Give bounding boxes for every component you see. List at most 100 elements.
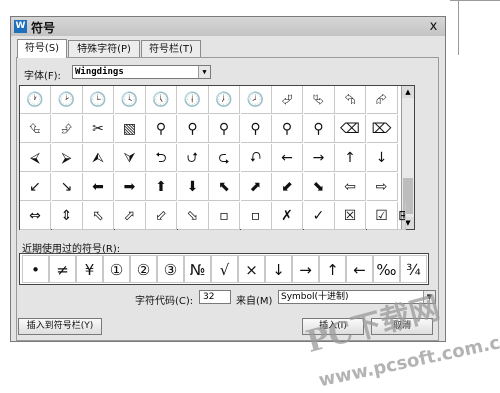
symbol-cell[interactable]: ⮛ bbox=[114, 144, 146, 172]
symbol-cell[interactable]: ✓ bbox=[303, 202, 335, 230]
symbol-cell[interactable]: ☒ bbox=[335, 202, 366, 230]
symbol-cell[interactable]: ⌦ bbox=[366, 115, 398, 143]
close-button[interactable]: x bbox=[426, 19, 441, 34]
symbol-cell[interactable]: ↓ bbox=[366, 144, 398, 172]
symbol-cell[interactable]: ⬇ bbox=[177, 173, 209, 201]
symbol-cell[interactable]: ⮌ bbox=[146, 144, 177, 172]
recent-symbol-cell[interactable]: № bbox=[184, 255, 211, 283]
from-label: 来自(M) bbox=[236, 296, 273, 307]
symbol-cell[interactable]: ⚲ bbox=[209, 115, 240, 143]
symbol-cell[interactable]: ↙ bbox=[20, 173, 51, 201]
symbol-cell[interactable]: ⇔ bbox=[20, 202, 51, 230]
font-select[interactable]: Wingdings ▼ bbox=[72, 65, 211, 79]
symbol-cell[interactable]: 🕗 bbox=[240, 86, 272, 114]
scroll-up-arrow-icon[interactable]: ▲ bbox=[402, 86, 414, 98]
symbol-cell[interactable]: ✂ bbox=[83, 115, 114, 143]
recent-symbol-cell[interactable]: ‰ bbox=[373, 255, 400, 283]
symbol-cell[interactable]: ⚲ bbox=[177, 115, 209, 143]
recent-symbol-cell[interactable]: ↓ bbox=[265, 255, 292, 283]
symbol-grid-row: ⮘ ⮚ ⮙ ⮛ ⮌ ⮍ ⮎ ⮏ ← → ↑ ↓ bbox=[20, 144, 403, 173]
symbol-grid-row: ⇔⇕⬁⬀⬃⬂▫▫✗✓☒☑⊞ bbox=[20, 202, 406, 231]
symbol-cell[interactable]: ⮘ bbox=[20, 144, 51, 172]
symbol-cell[interactable]: ⬀ bbox=[114, 202, 146, 230]
symbol-cell[interactable]: ⬁ bbox=[83, 202, 114, 230]
symbol-cell[interactable]: ↘ bbox=[51, 173, 83, 201]
recent-symbol-cell[interactable]: √ bbox=[211, 255, 238, 283]
recent-symbol-cell[interactable]: × bbox=[238, 255, 265, 283]
symbol-cell[interactable]: ▧ bbox=[114, 115, 146, 143]
symbol-cell[interactable]: ⮳ bbox=[366, 86, 398, 114]
symbol-cell[interactable]: ⮙ bbox=[83, 144, 114, 172]
symbol-cell[interactable]: ⚲ bbox=[303, 115, 335, 143]
recent-symbol-cell[interactable]: • bbox=[22, 255, 49, 283]
symbol-cell[interactable]: → bbox=[303, 144, 335, 172]
recent-symbol-cell[interactable]: ↑ bbox=[319, 255, 346, 283]
recent-symbol-cell[interactable]: → bbox=[292, 255, 319, 283]
recent-symbol-cell[interactable]: ≠ bbox=[49, 255, 76, 283]
recent-symbols: • ≠ ¥ ① ② ③ № √ × ↓ → ↑ ← ‰ ¾ bbox=[19, 253, 429, 285]
symbol-cell[interactable]: 🕑 bbox=[51, 86, 83, 114]
symbol-cell[interactable]: ⚲ bbox=[146, 115, 177, 143]
char-code-input[interactable]: 32 bbox=[199, 290, 231, 304]
symbol-cell[interactable]: ⮎ bbox=[209, 144, 240, 172]
symbol-cell[interactable]: ← bbox=[272, 144, 303, 172]
symbol-cell[interactable]: ⮱ bbox=[303, 86, 335, 114]
from-select-value: Symbol(十进制) bbox=[281, 292, 349, 302]
symbol-grid-row: 🕐 🕑 🕒 🕓 🕔 🕕 🕖 🕗 ⮰ ⮱ ⮲ ⮳ bbox=[20, 86, 403, 115]
symbol-cell[interactable]: ⬉ bbox=[209, 173, 240, 201]
symbol-cell[interactable]: ⇕ bbox=[51, 202, 83, 230]
tab-symbol[interactable]: 符号(S) bbox=[17, 39, 67, 58]
symbol-cell[interactable]: ⮍ bbox=[177, 144, 209, 172]
symbol-grid-row: ↙ ↘ ⬅ ➡ ⬆ ⬇ ⬉ ⬈ ⬋ ⬊ ⇦ ⇨ bbox=[20, 173, 403, 202]
symbol-cell[interactable]: ➡ bbox=[114, 173, 146, 201]
symbol-cell[interactable]: ✗ bbox=[272, 202, 303, 230]
symbol-cell[interactable]: ⬋ bbox=[272, 173, 303, 201]
background-rule-vertical bbox=[458, 0, 459, 55]
symbol-cell[interactable]: ⇨ bbox=[366, 173, 398, 201]
symbol-cell[interactable]: ⚲ bbox=[240, 115, 272, 143]
recent-symbol-cell[interactable]: ① bbox=[103, 255, 130, 283]
symbol-cell[interactable]: ⚲ bbox=[272, 115, 303, 143]
title-bar[interactable]: W 符号 x bbox=[11, 17, 445, 36]
tab-special-chars[interactable]: 特殊字符(P) bbox=[68, 40, 140, 57]
symbol-cell[interactable]: ⮰ bbox=[272, 86, 303, 114]
symbol-cell[interactable]: ⮴ bbox=[20, 115, 51, 143]
insert-to-symbol-bar-button[interactable]: 插入到符号栏(Y) bbox=[18, 318, 102, 335]
symbol-grid-row: ⮴ ⮵ ✂ ▧ ⚲ ⚲ ⚲ ⚲ ⚲ ⚲ ⌫ ⌦ bbox=[20, 115, 403, 144]
char-code-label: 字符代码(C): bbox=[135, 296, 194, 307]
symbol-cell[interactable]: ⬊ bbox=[303, 173, 335, 201]
recent-symbol-cell[interactable]: ¾ bbox=[400, 255, 427, 283]
symbol-cell[interactable]: ⮏ bbox=[240, 144, 272, 172]
symbol-cell[interactable]: 🕒 bbox=[83, 86, 114, 114]
wps-app-icon: W bbox=[14, 20, 27, 33]
chevron-down-icon[interactable]: ▼ bbox=[198, 66, 210, 78]
symbol-cell[interactable]: ⬆ bbox=[146, 173, 177, 201]
symbol-cell[interactable]: ▫ bbox=[209, 202, 240, 230]
recent-symbol-cell[interactable]: ¥ bbox=[76, 255, 103, 283]
font-label: 字体(F): bbox=[24, 71, 61, 82]
symbol-cell-extra[interactable]: ⊞ bbox=[398, 202, 406, 230]
symbol-cell[interactable]: ⌫ bbox=[335, 115, 366, 143]
symbol-cell[interactable]: ⮲ bbox=[335, 86, 366, 114]
recent-symbol-cell[interactable]: ← bbox=[346, 255, 373, 283]
symbol-cell[interactable]: ⮚ bbox=[51, 144, 83, 172]
symbol-grid: ▲ ▼ 🕐 🕑 🕒 🕓 🕔 🕕 🕖 🕗 ⮰ ⮱ ⮲ ⮳ ⮴ ⮵ ✂ ▧ ⚲ ⚲ ⚲ ⚲ ⚲ ⚲ ⌫ ⌦ ⮘ ⮚ ⮙ ⮛ ⮌ ⮍ ⮎ ⮏ ← → ↑ ↓… bbox=[19, 85, 415, 230]
symbol-cell[interactable]: ⬂ bbox=[177, 202, 209, 230]
symbol-cell[interactable]: ↑ bbox=[335, 144, 366, 172]
symbol-cell[interactable]: ▫ bbox=[240, 202, 272, 230]
symbol-cell[interactable]: ⮵ bbox=[51, 115, 83, 143]
recent-symbol-cell[interactable]: ③ bbox=[157, 255, 184, 283]
symbol-cell[interactable]: 🕖 bbox=[209, 86, 240, 114]
recent-symbol-cell[interactable]: ② bbox=[130, 255, 157, 283]
tab-symbol-bar[interactable]: 符号栏(T) bbox=[141, 40, 201, 57]
font-select-value: Wingdings bbox=[75, 67, 124, 77]
symbol-cell[interactable]: ⬈ bbox=[240, 173, 272, 201]
symbol-cell[interactable]: ☑ bbox=[366, 202, 398, 230]
symbol-cell[interactable]: ⇦ bbox=[335, 173, 366, 201]
symbol-cell[interactable]: 🕓 bbox=[114, 86, 146, 114]
symbol-cell[interactable]: ⬅ bbox=[83, 173, 114, 201]
symbol-cell[interactable]: ⬃ bbox=[146, 202, 177, 230]
symbol-cell[interactable]: 🕔 bbox=[146, 86, 177, 114]
symbol-cell[interactable]: 🕕 bbox=[177, 86, 209, 114]
symbol-cell[interactable]: 🕐 bbox=[20, 86, 51, 114]
